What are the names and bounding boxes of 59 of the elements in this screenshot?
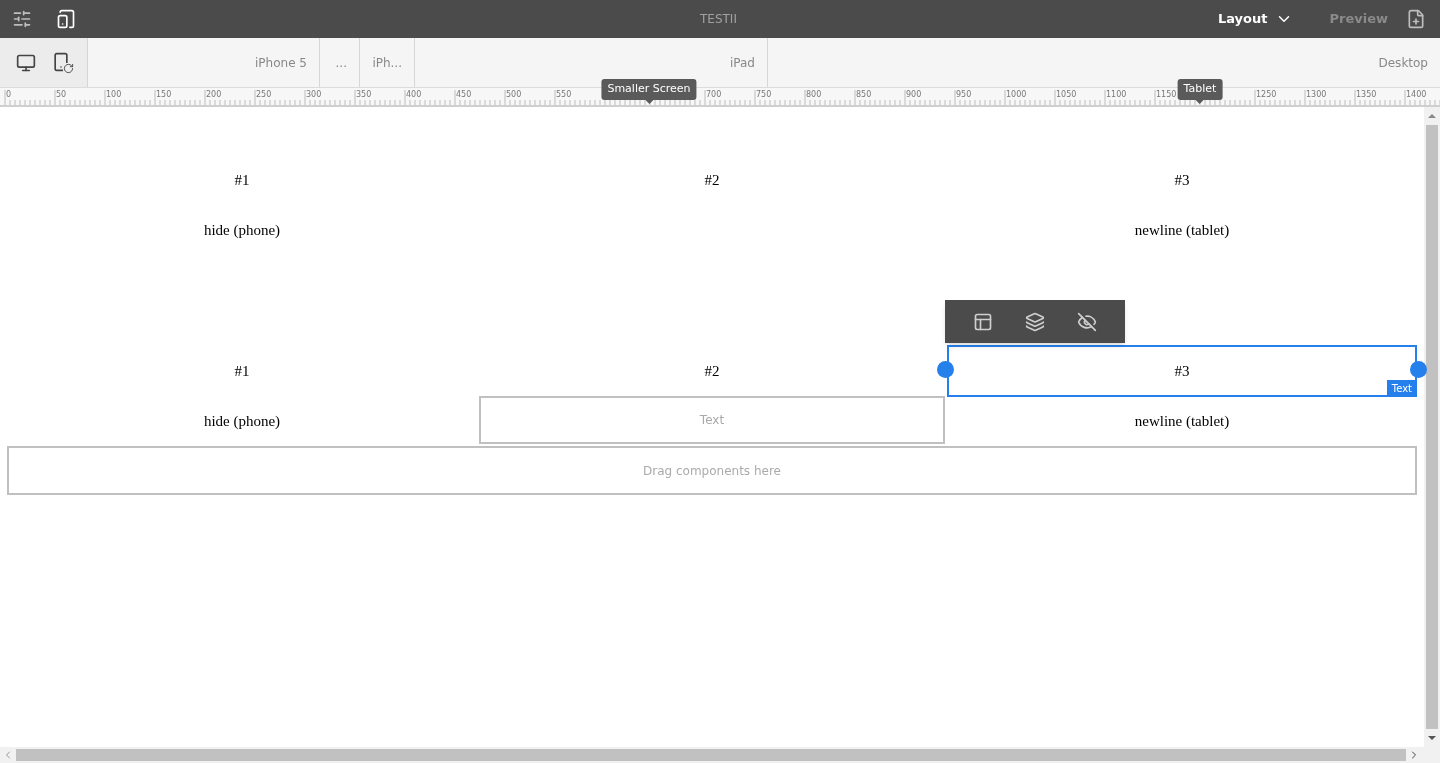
ruler-label: 700 <box>706 90 722 100</box>
ruler-label: 0 <box>6 90 12 100</box>
cell-text: #2 <box>704 170 720 190</box>
ruler-label: 500 <box>506 90 522 100</box>
ruler-label: 400 <box>406 90 422 100</box>
ruler-label: 850 <box>856 90 872 100</box>
mode-dropdown[interactable]: Layout <box>1217 9 1294 29</box>
ruler-label: 200 <box>206 90 222 100</box>
ruler-label: 1250 <box>1256 90 1277 100</box>
cell-text: #2 <box>704 361 720 381</box>
settings-icon[interactable] <box>12 9 32 29</box>
ruler-label: 1100 <box>1106 90 1127 100</box>
ruler-label: 300 <box>306 90 322 100</box>
ruler-label: 800 <box>806 90 822 100</box>
device-breakpoint[interactable]: ... <box>335 53 347 72</box>
cell-text: newline (tablet) <box>1134 411 1230 431</box>
ruler-label: 450 <box>456 90 472 100</box>
phone-rotate-icon[interactable] <box>51 51 72 74</box>
device-breakpoint[interactable]: iPhone 5 <box>255 53 307 72</box>
ruler-label: 750 <box>756 90 772 100</box>
ruler-label: 1300 <box>1306 90 1327 100</box>
device-breakpoint[interactable]: Desktop <box>1378 53 1428 72</box>
scroll-up-icon[interactable] <box>1428 114 1436 118</box>
preview-button[interactable]: Preview <box>1329 9 1388 29</box>
scroll-down-icon[interactable] <box>1428 736 1436 740</box>
ruler-label: 1000 <box>1006 90 1027 100</box>
cell-text: hide (phone) <box>203 220 281 240</box>
drop-zone[interactable]: Drag components here <box>7 446 1417 495</box>
devices-icon[interactable] <box>56 9 76 29</box>
selected-component[interactable]: #3 Text <box>947 345 1417 397</box>
window-title: TESTII <box>700 11 737 28</box>
cell-text: #1 <box>234 170 250 190</box>
cell-text: hide (phone) <box>203 411 281 431</box>
resize-handle[interactable] <box>937 361 954 378</box>
ruler-label: 350 <box>356 90 372 100</box>
ruler-label: 950 <box>956 90 972 100</box>
ruler-label: 250 <box>256 90 272 100</box>
document-plus-icon[interactable] <box>1406 9 1426 29</box>
ruler-label: 550 <box>556 90 572 100</box>
device-breakpoint[interactable]: iPad <box>730 53 755 72</box>
ruler-label: 150 <box>156 90 172 100</box>
eye-off-icon[interactable] <box>1077 311 1097 332</box>
monitor-icon[interactable] <box>15 52 36 73</box>
cell-text: #3 <box>1174 170 1190 190</box>
ruler-label: 900 <box>906 90 922 100</box>
ruler-label: 1150 <box>1156 90 1177 100</box>
ruler-label: 1050 <box>1056 90 1077 100</box>
component-placeholder[interactable]: Text <box>479 396 945 444</box>
panel-icon[interactable] <box>973 311 993 332</box>
ruler-label: 1350 <box>1356 90 1377 100</box>
ruler-label: 100 <box>106 90 122 100</box>
ruler-label: 1400 <box>1406 90 1427 100</box>
component-badge: Text <box>1386 380 1417 397</box>
device-breakpoint[interactable]: iPh... <box>372 53 402 72</box>
layers-icon[interactable] <box>1025 311 1045 332</box>
resize-handle[interactable] <box>1410 361 1427 378</box>
cell-text: #1 <box>234 361 250 381</box>
ruler-label: 50 <box>56 90 67 100</box>
cell-text: newline (tablet) <box>1134 220 1230 240</box>
